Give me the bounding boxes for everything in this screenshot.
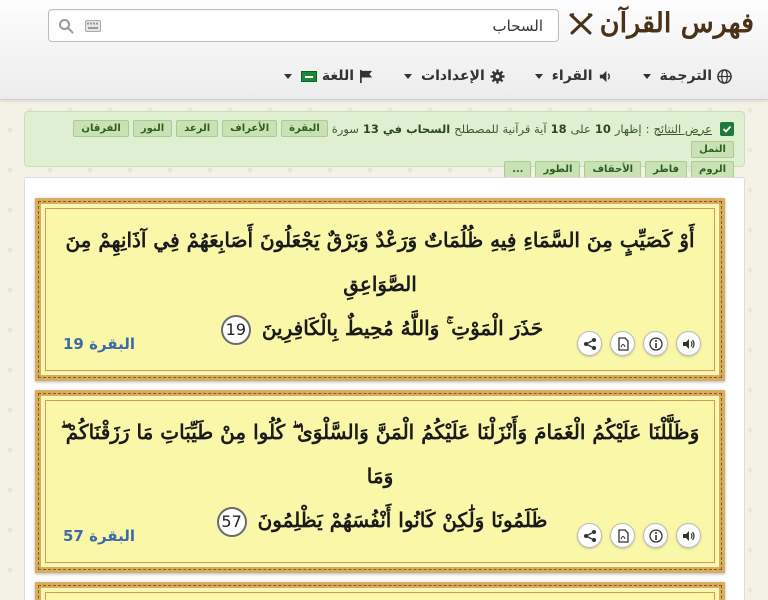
summary-text-3: آية قرآنية للمصطلح [454, 121, 547, 136]
surah-tag[interactable]: الأعراف [222, 120, 278, 137]
crossed-swords-icon [569, 12, 593, 34]
pdf-icon [617, 336, 629, 351]
summary-text-5: سورة [331, 121, 359, 136]
results-prefix[interactable]: عرض النتائج [653, 121, 712, 137]
info-icon [648, 336, 663, 351]
info-icon [648, 528, 663, 543]
audio-icon [682, 338, 695, 349]
chevron-down-icon [404, 73, 413, 79]
sep: : [645, 121, 650, 136]
verse-line: ظَلَمُونَا وَلَٰكِنْ كَانُوا أَنْفُسَهُم… [257, 508, 548, 532]
play-audio-button[interactable] [676, 331, 701, 356]
search-input[interactable] [109, 10, 549, 41]
share-button[interactable] [577, 331, 602, 356]
menu-settings-label: الإعدادات [421, 68, 485, 84]
verse-reference-link[interactable]: البقرة 19 [63, 335, 135, 353]
surah-tag[interactable]: الأحقاف [584, 161, 642, 178]
summary-text-1: إظهار [614, 121, 642, 136]
surah-tag[interactable]: النور [132, 120, 173, 137]
menu-translation[interactable]: الترجمة [642, 68, 732, 84]
card-frame [45, 592, 715, 600]
chevron-down-icon [283, 73, 292, 79]
top-header: فهرس القرآن الترجمة [0, 0, 768, 100]
verse-line: أَوْ كَصَيِّبٍ مِنَ السَّمَاءِ فِيهِ ظُل… [65, 228, 695, 296]
share-button[interactable] [577, 523, 602, 548]
ayah-number-badge: 19 [220, 314, 251, 345]
verse-line: وَظَلَّلْنَا عَلَيْكُمُ الْغَمَامَ وَأَن… [60, 420, 700, 488]
surah-count: 13 [362, 121, 379, 136]
gear-icon [490, 68, 505, 84]
total-count: 18 [550, 121, 567, 136]
verse-card: أَوْ كَصَيِّبٍ مِنَ السَّمَاءِ فِيهِ ظُل… [35, 198, 725, 381]
surah-tag[interactable]: الرعد [176, 120, 219, 137]
app-title[interactable]: فهرس القرآن [600, 8, 754, 39]
menu-language-label: اللغة [321, 68, 355, 84]
pdf-icon [617, 528, 629, 543]
chevron-down-icon [534, 73, 543, 79]
surah-tag[interactable]: النمل [691, 141, 734, 158]
chevron-down-icon [642, 73, 651, 79]
verse-actions [577, 523, 701, 548]
verse-actions [577, 331, 701, 356]
shown-count: 10 [594, 121, 611, 136]
audio-icon [682, 530, 695, 541]
surah-tag[interactable]: البقرة [281, 120, 328, 137]
share-icon [583, 529, 596, 542]
saudi-flag-icon [300, 70, 317, 82]
menu-settings[interactable]: الإعدادات [404, 68, 505, 84]
search-box [48, 9, 559, 42]
keyboard-icon[interactable] [85, 20, 101, 32]
surah-tag[interactable]: الفرقان [73, 120, 129, 137]
results-panel: أَوْ كَصَيِّبٍ مِنَ السَّمَاءِ فِيهِ ظُل… [24, 177, 745, 600]
menu-translation-label: الترجمة [659, 68, 712, 84]
more-surahs-tag[interactable]: ... [504, 161, 532, 178]
play-audio-button[interactable] [676, 523, 701, 548]
share-icon [583, 337, 596, 350]
results-info-alert: عرض النتائج : إظهار 10 على 18 آية قرآنية… [24, 111, 745, 178]
search-icon[interactable] [58, 18, 74, 34]
app-logo[interactable]: فهرس القرآن [568, 8, 754, 39]
surah-tag[interactable]: الروم [691, 161, 734, 178]
menu-language[interactable]: اللغة [283, 68, 374, 84]
summary-text-2: على [570, 121, 591, 136]
speaker-icon [599, 70, 610, 82]
pdf-button[interactable] [610, 523, 635, 548]
ayah-number-badge: 57 [216, 506, 247, 537]
check-icon[interactable] [720, 121, 734, 136]
pdf-button[interactable] [610, 331, 635, 356]
verse-reference-link[interactable]: البقرة 57 [63, 527, 135, 545]
results-summary: عرض النتائج : إظهار 10 على 18 آية قرآنية… [35, 120, 734, 158]
surah-tag[interactable]: فاطر [645, 161, 688, 178]
surah-tag[interactable]: الطور [535, 161, 581, 178]
verse-line: حَذَرَ الْمَوْتِ ۚ وَاللَّهُ مُحِيطٌ بِا… [261, 316, 544, 340]
verse-card [35, 582, 725, 600]
search-term: السحاب [406, 121, 451, 136]
verse-card: وَظَلَّلْنَا عَلَيْكُمُ الْغَمَامَ وَأَن… [35, 390, 725, 573]
menu-reciters-label: القراء [551, 68, 593, 84]
menu-reciters[interactable]: القراء [534, 68, 613, 84]
info-button[interactable] [643, 331, 668, 356]
globe-icon [717, 68, 732, 84]
info-button[interactable] [643, 523, 668, 548]
summary-text-4: في [382, 121, 403, 136]
main-menu: الترجمة القراء الإعدادات اللغة [283, 60, 732, 92]
flag-icon [360, 69, 373, 83]
surah-tags-row-2: الروم فاطر الأحقاف الطور ... [35, 161, 734, 178]
